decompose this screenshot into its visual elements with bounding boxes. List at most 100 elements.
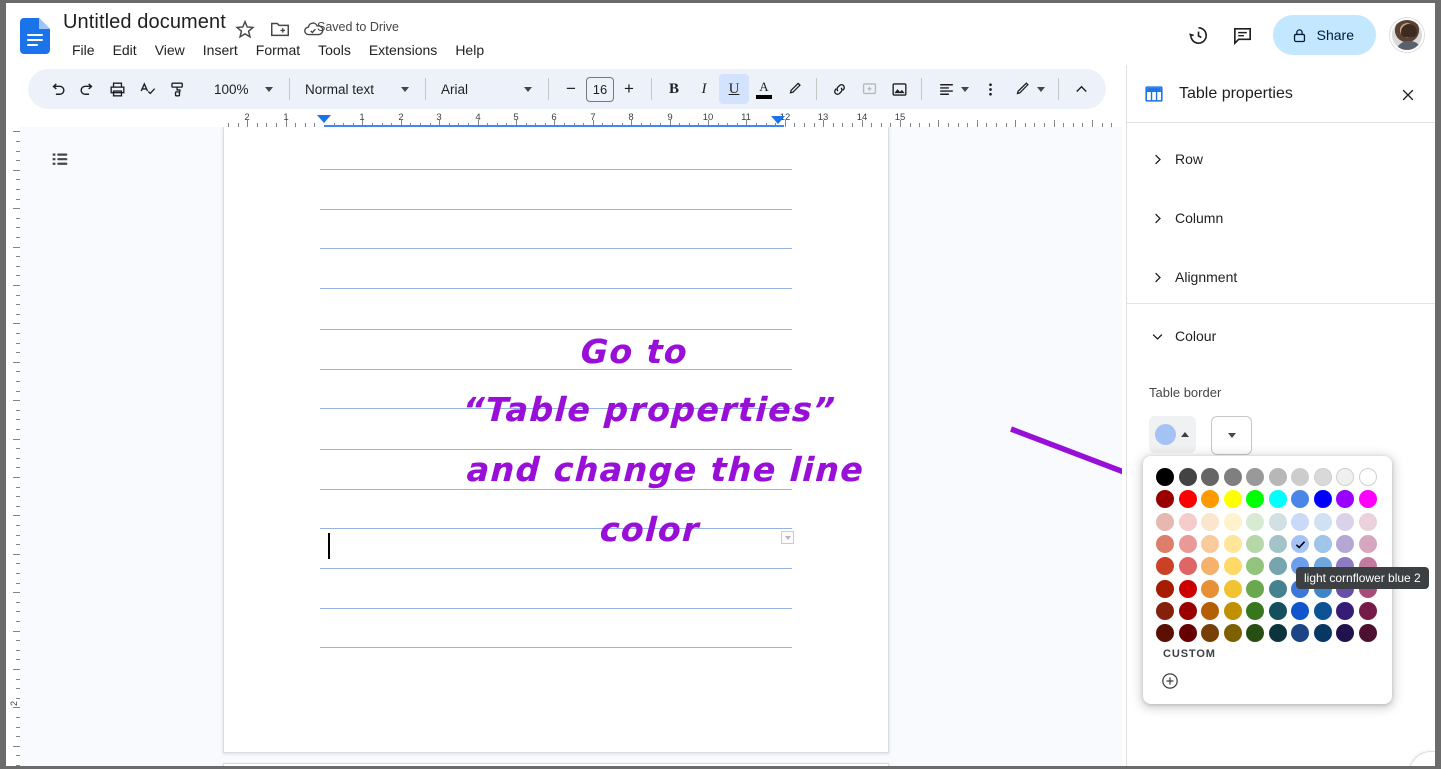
menu-tools[interactable]: Tools: [309, 39, 360, 61]
zoom-select[interactable]: 100%: [206, 74, 282, 104]
color-swatch[interactable]: [1177, 488, 1200, 510]
color-swatch[interactable]: [1222, 577, 1245, 599]
color-swatch[interactable]: [1357, 600, 1380, 622]
font-size-input[interactable]: 16: [586, 76, 614, 102]
color-swatch[interactable]: [1357, 488, 1380, 510]
color-swatch[interactable]: [1154, 555, 1177, 577]
color-swatch[interactable]: [1267, 533, 1290, 555]
underline-button[interactable]: U: [719, 74, 749, 104]
add-comment-icon[interactable]: [854, 74, 884, 104]
paint-format-icon[interactable]: [162, 74, 192, 104]
color-swatch[interactable]: [1312, 466, 1335, 488]
menu-view[interactable]: View: [146, 39, 194, 61]
document-page-1[interactable]: [223, 127, 889, 753]
color-swatch[interactable]: [1154, 600, 1177, 622]
color-swatch[interactable]: [1267, 555, 1290, 577]
color-swatch[interactable]: [1199, 600, 1222, 622]
table-row-handle-icon[interactable]: [781, 531, 794, 544]
color-swatch[interactable]: [1267, 511, 1290, 533]
horizontal-ruler[interactable]: 2 1 1 2 3 4 5 6 7 8 9 10 11 12 13 14 15: [6, 113, 1122, 127]
menu-insert[interactable]: Insert: [194, 39, 247, 61]
color-swatch[interactable]: [1357, 622, 1380, 644]
color-swatch[interactable]: [1334, 600, 1357, 622]
color-swatch[interactable]: [1244, 466, 1267, 488]
color-swatch[interactable]: [1312, 488, 1335, 510]
star-icon[interactable]: [234, 18, 256, 40]
color-swatch[interactable]: [1289, 622, 1312, 644]
color-swatch[interactable]: [1177, 622, 1200, 644]
color-swatch[interactable]: [1244, 555, 1267, 577]
color-swatch[interactable]: [1267, 466, 1290, 488]
document-outline-icon[interactable]: [40, 139, 80, 179]
color-swatch[interactable]: [1334, 511, 1357, 533]
section-colour[interactable]: Colour: [1127, 314, 1435, 358]
color-swatch[interactable]: [1177, 466, 1200, 488]
decrease-font-size-button[interactable]: −: [556, 74, 586, 104]
color-swatch[interactable]: [1199, 533, 1222, 555]
section-column[interactable]: Column: [1127, 196, 1435, 240]
menu-help[interactable]: Help: [446, 39, 493, 61]
paragraph-style-select[interactable]: Normal text: [297, 74, 418, 104]
menu-format[interactable]: Format: [247, 39, 309, 61]
color-swatch[interactable]: [1199, 622, 1222, 644]
comment-icon[interactable]: [1223, 15, 1263, 55]
color-swatch[interactable]: [1222, 488, 1245, 510]
link-icon[interactable]: [824, 74, 854, 104]
color-swatch[interactable]: [1267, 600, 1290, 622]
insert-image-icon[interactable]: [884, 74, 914, 104]
color-swatch[interactable]: [1267, 577, 1290, 599]
text-color-button[interactable]: A: [749, 74, 779, 104]
color-swatch[interactable]: [1312, 511, 1335, 533]
color-swatch[interactable]: [1244, 577, 1267, 599]
color-swatch[interactable]: [1289, 533, 1312, 555]
increase-font-size-button[interactable]: +: [614, 74, 644, 104]
font-family-select[interactable]: Arial: [433, 74, 541, 104]
color-swatch[interactable]: [1177, 577, 1200, 599]
section-alignment[interactable]: Alignment: [1127, 255, 1435, 299]
move-to-folder-icon[interactable]: [269, 18, 291, 40]
color-swatch[interactable]: [1177, 600, 1200, 622]
color-swatch[interactable]: [1334, 622, 1357, 644]
align-select[interactable]: [929, 74, 975, 104]
border-color-button[interactable]: [1149, 416, 1196, 453]
color-swatch[interactable]: [1334, 533, 1357, 555]
collapse-panel-button[interactable]: [1409, 751, 1435, 766]
color-swatch[interactable]: [1312, 622, 1335, 644]
color-swatch[interactable]: [1154, 488, 1177, 510]
left-indent-marker[interactable]: [317, 115, 331, 123]
menu-file[interactable]: File: [63, 39, 104, 61]
color-swatch[interactable]: [1222, 533, 1245, 555]
redo-icon[interactable]: [72, 74, 102, 104]
collapse-toolbar-icon[interactable]: [1066, 74, 1096, 104]
border-width-button[interactable]: [1211, 416, 1252, 455]
menu-extensions[interactable]: Extensions: [360, 39, 446, 61]
color-swatch[interactable]: [1222, 511, 1245, 533]
highlight-pen-icon[interactable]: [779, 74, 809, 104]
color-swatch[interactable]: [1199, 555, 1222, 577]
color-swatch[interactable]: [1244, 511, 1267, 533]
color-swatch[interactable]: [1289, 511, 1312, 533]
editing-mode-select[interactable]: [1005, 74, 1051, 104]
color-swatch-grid[interactable]: [1154, 466, 1379, 644]
color-swatch[interactable]: [1244, 533, 1267, 555]
avatar[interactable]: [1390, 18, 1424, 52]
undo-icon[interactable]: [42, 74, 72, 104]
more-options-icon[interactable]: [975, 74, 1005, 104]
color-swatch[interactable]: [1199, 488, 1222, 510]
document-page-2[interactable]: [223, 763, 889, 766]
share-button[interactable]: Share: [1272, 15, 1376, 55]
section-row[interactable]: Row: [1127, 137, 1435, 181]
color-swatch[interactable]: [1289, 600, 1312, 622]
color-swatch[interactable]: [1357, 466, 1380, 488]
menu-edit[interactable]: Edit: [104, 39, 146, 61]
color-swatch[interactable]: [1267, 622, 1290, 644]
document-title[interactable]: Untitled document: [63, 11, 226, 34]
color-swatch[interactable]: [1154, 577, 1177, 599]
color-swatch[interactable]: [1222, 622, 1245, 644]
add-custom-color-icon[interactable]: [1157, 668, 1183, 694]
color-swatch[interactable]: [1177, 555, 1200, 577]
color-swatch[interactable]: [1357, 511, 1380, 533]
color-swatch[interactable]: [1154, 533, 1177, 555]
color-swatch[interactable]: [1222, 466, 1245, 488]
right-indent-marker[interactable]: [771, 116, 785, 124]
